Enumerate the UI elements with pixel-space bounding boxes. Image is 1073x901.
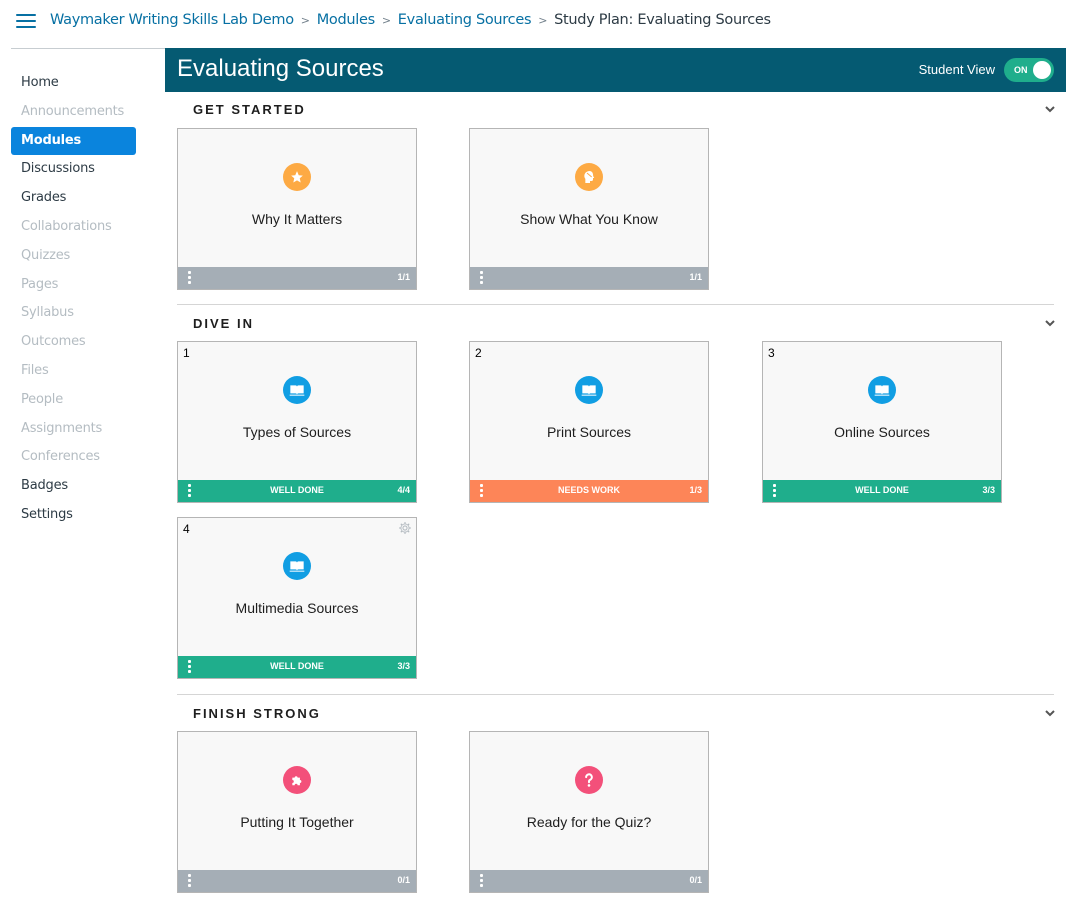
more-options-icon[interactable] <box>188 874 192 888</box>
card-title: Online Sources <box>834 424 930 440</box>
puzzle-icon <box>283 766 311 794</box>
book-icon <box>283 552 311 580</box>
section-title-finish-strong: FINISH STRONG <box>193 706 321 721</box>
card-score: 3/3 <box>397 661 410 671</box>
hamburger-menu-icon[interactable] <box>16 13 36 29</box>
card-print-sources[interactable]: 2 Print Sources NEEDS WORK 1/3 <box>469 341 709 503</box>
more-options-icon[interactable] <box>188 271 192 285</box>
sidebar-item-badges[interactable]: Badges <box>11 472 136 501</box>
book-icon <box>868 376 896 404</box>
student-view-toggle[interactable]: ON <box>1004 58 1054 82</box>
star-icon <box>283 163 311 191</box>
sidebar-item-files[interactable]: Files <box>11 357 136 386</box>
sidebar-item-assignments[interactable]: Assignments <box>11 415 136 444</box>
card-score: 1/1 <box>689 272 702 282</box>
card-number: 2 <box>475 346 482 360</box>
breadcrumb-current: Study Plan: Evaluating Sources <box>554 12 771 28</box>
card-footer: WELL DONE 3/3 <box>763 480 1001 502</box>
chevron-down-icon[interactable] <box>1043 104 1057 114</box>
breadcrumb-course[interactable]: Waymaker Writing Skills Lab Demo <box>50 12 294 28</box>
card-number: 1 <box>183 346 190 360</box>
book-icon <box>283 376 311 404</box>
card-footer: NEEDS WORK 1/3 <box>470 480 708 502</box>
page-title: Evaluating Sources <box>177 55 384 82</box>
top-bar: Waymaker Writing Skills Lab Demo > Modul… <box>0 0 1073 44</box>
sidebar-item-people[interactable]: People <box>11 386 136 415</box>
card-title: Putting It Together <box>240 814 354 830</box>
chevron-down-icon[interactable] <box>1043 318 1057 328</box>
breadcrumb-module[interactable]: Evaluating Sources <box>398 12 532 28</box>
card-score: 0/1 <box>689 875 702 885</box>
toggle-knob <box>1033 61 1051 79</box>
sidebar-item-announcements[interactable]: Announcements <box>11 98 136 127</box>
more-options-icon[interactable] <box>480 271 484 285</box>
breadcrumb-separator-icon: > <box>538 13 548 27</box>
sidebar-item-conferences[interactable]: Conferences <box>11 443 136 472</box>
card-status: WELL DONE <box>270 661 324 671</box>
breadcrumb-modules[interactable]: Modules <box>317 12 375 28</box>
card-number: 4 <box>183 522 190 536</box>
sidebar-item-pages[interactable]: Pages <box>11 271 136 300</box>
card-status: NEEDS WORK <box>557 485 620 495</box>
card-title: Show What You Know <box>520 211 658 227</box>
sidebar-item-quizzes[interactable]: Quizzes <box>11 242 136 271</box>
sidebar-item-home[interactable]: Home <box>11 69 136 98</box>
sidebar-item-outcomes[interactable]: Outcomes <box>11 328 136 357</box>
sidebar-item-modules[interactable]: Modules <box>11 126 136 156</box>
module-banner: Evaluating Sources Student View ON <box>165 48 1066 92</box>
student-view-label: Student View <box>918 62 995 77</box>
card-status: WELL DONE <box>270 485 324 495</box>
card-footer: WELL DONE 3/3 <box>178 656 416 678</box>
sidebar-item-syllabus[interactable]: Syllabus <box>11 299 136 328</box>
card-title: Why It Matters <box>251 211 343 227</box>
chevron-down-icon[interactable] <box>1043 708 1057 718</box>
question-icon <box>575 766 603 794</box>
gear-icon[interactable] <box>398 521 412 535</box>
card-types-of-sources[interactable]: 1 Types of Sources WELL DONE 4/4 <box>177 341 417 503</box>
card-ready-for-the-quiz[interactable]: Ready for the Quiz? 0/1 <box>469 731 709 893</box>
toggle-state-label: ON <box>1014 65 1028 75</box>
card-why-it-matters[interactable]: Why It Matters 1/1 <box>177 128 417 290</box>
card-score: 1/1 <box>397 272 410 282</box>
card-number: 3 <box>768 346 775 360</box>
card-footer: 1/1 <box>178 267 416 289</box>
card-score: 3/3 <box>982 485 995 495</box>
card-show-what-you-know[interactable]: Show What You Know 1/1 <box>469 128 709 290</box>
card-title: Ready for the Quiz? <box>526 814 652 830</box>
sidebar-item-grades[interactable]: Grades <box>11 184 136 213</box>
book-icon <box>575 376 603 404</box>
card-footer: 1/1 <box>470 267 708 289</box>
sidebar-item-discussions[interactable]: Discussions <box>11 155 136 184</box>
card-title: Multimedia Sources <box>235 600 359 616</box>
card-footer: 0/1 <box>178 870 416 892</box>
section-divider <box>177 694 1054 695</box>
section-title-get-started: GET STARTED <box>193 102 306 117</box>
course-nav: Home Announcements Modules Discussions G… <box>11 69 136 530</box>
sidebar-item-settings[interactable]: Settings <box>11 501 136 530</box>
section-title-dive-in: DIVE IN <box>193 316 254 331</box>
more-options-icon[interactable] <box>480 874 484 888</box>
card-title: Print Sources <box>546 424 632 440</box>
card-title: Types of Sources <box>242 424 352 440</box>
breadcrumb-separator-icon: > <box>300 13 310 27</box>
card-score: 0/1 <box>397 875 410 885</box>
card-score: 1/3 <box>689 485 702 495</box>
card-score: 4/4 <box>397 485 410 495</box>
card-status: WELL DONE <box>855 485 909 495</box>
card-multimedia-sources[interactable]: 4 Multimedia Sources WELL DONE 3/3 <box>177 517 417 679</box>
divider <box>11 48 165 49</box>
breadcrumb: Waymaker Writing Skills Lab Demo > Modul… <box>50 12 771 28</box>
section-divider <box>177 304 1054 305</box>
sidebar-item-collaborations[interactable]: Collaborations <box>11 213 136 242</box>
card-footer: WELL DONE 4/4 <box>178 480 416 502</box>
breadcrumb-separator-icon: > <box>381 13 391 27</box>
card-putting-it-together[interactable]: Putting It Together 0/1 <box>177 731 417 893</box>
card-online-sources[interactable]: 3 Online Sources WELL DONE 3/3 <box>762 341 1002 503</box>
head-icon <box>575 163 603 191</box>
card-footer: 0/1 <box>470 870 708 892</box>
